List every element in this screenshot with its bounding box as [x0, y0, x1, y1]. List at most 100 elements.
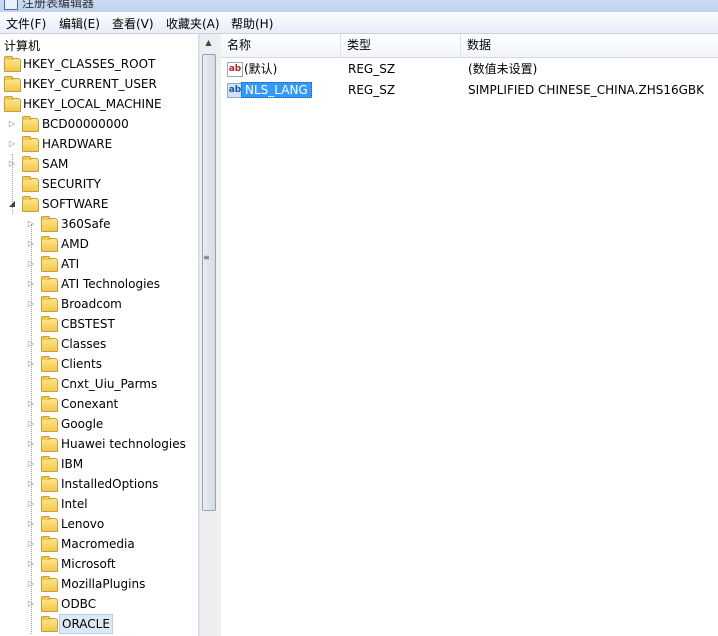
folder-icon	[41, 276, 58, 292]
expand-arrow-icon[interactable]: ▷	[27, 534, 35, 554]
expand-arrow-icon[interactable]: ▷	[27, 234, 35, 254]
tree-node-label: IBM	[61, 457, 84, 471]
tree-node-label: CBSTEST	[61, 317, 115, 331]
expand-arrow-icon[interactable]: ▷	[27, 594, 35, 614]
tree-node-label: SECURITY	[42, 177, 101, 191]
menu-file[interactable]: 文件(F)	[6, 15, 46, 32]
expand-arrow-icon[interactable]: ▷	[27, 494, 35, 514]
folder-icon	[41, 536, 58, 552]
tree-node-label: SAM	[42, 157, 69, 171]
tree-vertical-scrollbar[interactable]: ▲ ≡	[199, 34, 217, 636]
tree-node-label: SOFTWARE	[42, 197, 109, 211]
tree-node-label: Cnxt_Uiu_Parms	[61, 377, 158, 391]
tree-node-label: HKEY_CLASSES_ROOT	[23, 57, 156, 71]
expand-arrow-icon[interactable]: ▷	[27, 214, 35, 234]
column-header-data[interactable]: 数据	[461, 34, 718, 57]
folder-icon	[41, 616, 58, 632]
list-header: 名称 类型 数据	[221, 34, 718, 58]
folder-icon	[22, 196, 39, 212]
folder-icon	[41, 256, 58, 272]
expand-arrow-icon[interactable]: ▷	[27, 414, 35, 434]
collapse-arrow-icon[interactable]: ◢	[8, 194, 16, 214]
folder-icon	[22, 176, 39, 192]
tree-node-label: Macromedia	[61, 537, 135, 551]
tree-node-label: Google	[61, 417, 104, 431]
tree-node-label: ORACLE	[59, 614, 113, 634]
tree-node-label: Microsoft	[61, 557, 116, 571]
selected-value-name[interactable]: NLS_LANG	[241, 82, 312, 98]
tree-node-label: 360Safe	[61, 217, 111, 231]
expand-arrow-icon[interactable]: ▷	[27, 514, 35, 534]
value-name: NLS_LANG	[241, 80, 312, 100]
expand-arrow-icon[interactable]: ▷	[27, 354, 35, 374]
expand-arrow-icon[interactable]: ▷	[27, 434, 35, 454]
expand-arrow-icon[interactable]: ▷	[8, 114, 16, 134]
scroll-up-arrow-icon[interactable]: ▲	[200, 34, 217, 51]
folder-icon	[22, 136, 39, 152]
value-name: (默认)	[244, 62, 278, 76]
scrollbar-grip-icon: ≡	[203, 253, 210, 262]
tree-node-label: HKEY_CURRENT_USER	[23, 77, 157, 91]
folder-icon	[41, 376, 58, 392]
folder-icon	[41, 356, 58, 372]
menu-view[interactable]: 查看(V)	[112, 15, 154, 32]
tree-node-label: ATI	[61, 257, 80, 271]
tree-node-label: Huawei technologies	[61, 437, 186, 451]
folder-icon	[41, 596, 58, 612]
folder-icon	[41, 556, 58, 572]
folder-icon	[41, 316, 58, 332]
expand-arrow-icon[interactable]: ▷	[27, 274, 35, 294]
folder-icon	[41, 336, 58, 352]
folder-icon	[22, 156, 39, 172]
menu-bar: 文件(F) 编辑(E) 查看(V) 收藏夹(A) 帮助(H)	[0, 12, 718, 34]
tree-node-label: Broadcom	[61, 297, 122, 311]
expand-arrow-icon[interactable]: ▷	[27, 554, 35, 574]
value-row-default[interactable]: ab (默认) REG_SZ (数值未设置)	[221, 59, 718, 79]
values-list[interactable]: 名称 类型 数据 ab (默认) REG_SZ (数值未设置) ab NLS_L…	[221, 34, 718, 636]
expand-arrow-icon[interactable]: ▷	[27, 334, 35, 354]
column-header-type[interactable]: 类型	[341, 34, 461, 57]
expand-arrow-icon[interactable]: ▷	[8, 134, 16, 154]
menu-help[interactable]: 帮助(H)	[231, 15, 273, 32]
folder-icon	[22, 116, 39, 132]
expand-arrow-icon[interactable]: ▷	[27, 454, 35, 474]
registry-tree[interactable]: 计算机 HKEY_CLASSES_ROOT HKEY_CURRENT_USER …	[0, 34, 199, 636]
tree-node-label: Classes	[61, 337, 107, 351]
tree-node-label: MozillaPlugins	[61, 577, 146, 591]
menu-edit[interactable]: 编辑(E)	[59, 15, 100, 32]
value-row-nls-lang[interactable]: ab NLS_LANG REG_SZ SIMPLIFIED CHINESE_CH…	[221, 80, 718, 100]
tree-node-label: ODBC	[61, 597, 97, 611]
folder-icon	[4, 76, 21, 92]
folder-icon	[41, 496, 58, 512]
tree-node-label: HKEY_LOCAL_MACHINE	[23, 97, 162, 111]
folder-icon	[41, 416, 58, 432]
folder-icon	[41, 236, 58, 252]
expand-arrow-icon[interactable]: ▷	[27, 254, 35, 274]
folder-icon	[4, 96, 21, 112]
title-bar: 注册表编辑器	[0, 0, 718, 12]
tree-node-label: HARDWARE	[42, 137, 113, 151]
expand-arrow-icon[interactable]: ▷	[27, 294, 35, 314]
expand-arrow-icon[interactable]: ▷	[27, 474, 35, 494]
value-data: SIMPLIFIED CHINESE_CHINA.ZHS16GBK	[468, 83, 705, 97]
folder-icon	[41, 456, 58, 472]
expand-arrow-icon[interactable]: ▷	[27, 394, 35, 414]
tree-node-label: InstalledOptions	[61, 477, 159, 491]
tree-node-label: Conexant	[61, 397, 119, 411]
value-type: REG_SZ	[348, 62, 396, 76]
string-value-icon: ab	[227, 62, 243, 77]
regedit-app-icon	[4, 0, 18, 10]
tree-node-label: Clients	[61, 357, 102, 371]
folder-icon	[41, 396, 58, 412]
expand-arrow-icon[interactable]: ▷	[27, 574, 35, 594]
menu-favorites[interactable]: 收藏夹(A)	[166, 15, 220, 32]
scrollbar-thumb[interactable]	[202, 54, 216, 511]
folder-icon	[41, 476, 58, 492]
folder-icon	[41, 296, 58, 312]
expand-arrow-icon[interactable]: ▷	[8, 154, 16, 174]
column-header-name[interactable]: 名称	[221, 34, 341, 57]
tree-node-label: AMD	[61, 237, 89, 251]
tree-node-label: Intel	[61, 497, 88, 511]
tree-root-computer[interactable]: 计算机	[4, 37, 40, 54]
value-type: REG_SZ	[348, 83, 396, 97]
